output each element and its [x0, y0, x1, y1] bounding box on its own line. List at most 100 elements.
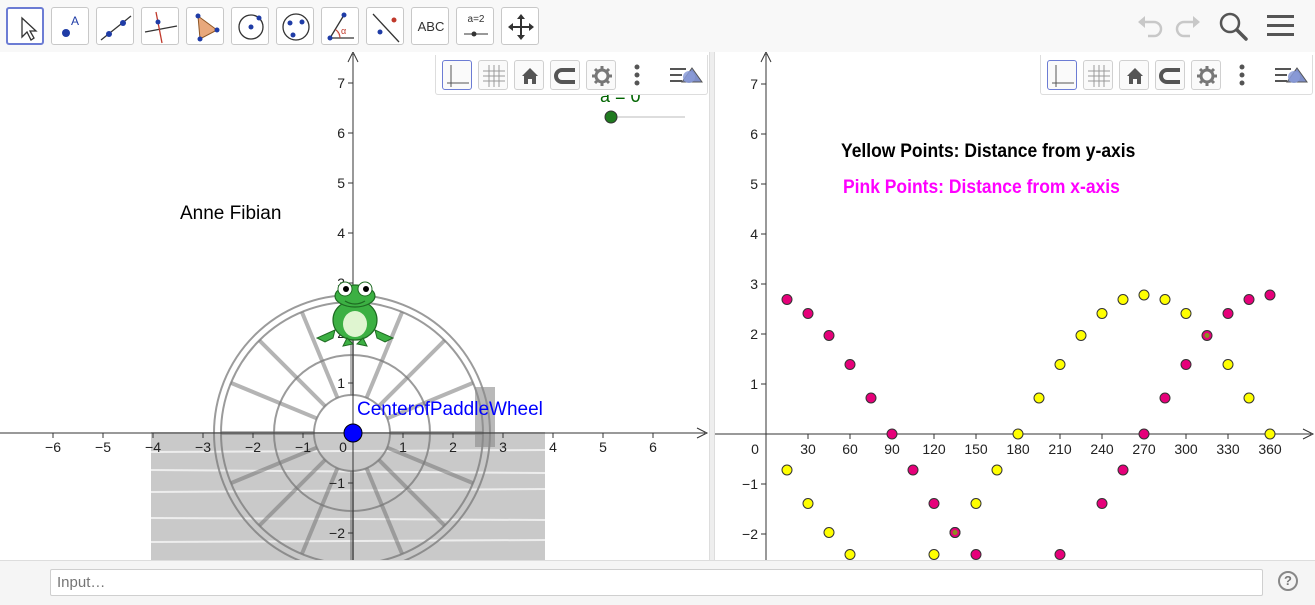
pink-point[interactable]	[802, 308, 814, 319]
toggle-style-bar-button[interactable]	[668, 60, 704, 90]
standard-view-button[interactable]	[1119, 60, 1149, 90]
angle-tool[interactable]: α	[321, 7, 359, 45]
pink-point[interactable]	[1243, 294, 1255, 305]
vertical-dots-icon	[1239, 64, 1245, 86]
toggle-axes-button[interactable]	[442, 60, 472, 90]
more-options-button[interactable]	[624, 60, 650, 90]
x-tick-label: 6	[649, 439, 657, 455]
y-tick-label: 7	[337, 75, 345, 91]
x-tick-label: 0	[339, 439, 347, 455]
toggle-grid-button[interactable]	[478, 60, 508, 90]
x-tick-label: 90	[884, 441, 900, 457]
main-menu-button[interactable]	[1263, 8, 1299, 44]
x-tick-label: 270	[1132, 441, 1156, 457]
pink-point[interactable]	[1222, 308, 1234, 319]
yellow-point[interactable]	[1159, 294, 1171, 305]
move-view-icon	[508, 14, 534, 40]
pink-point[interactable]	[1180, 359, 1192, 370]
pink-point[interactable]	[1096, 498, 1108, 509]
yellow-point[interactable]	[1096, 308, 1108, 319]
yellow-point[interactable]	[1264, 428, 1276, 440]
pink-point[interactable]	[907, 464, 919, 476]
yellow-point[interactable]	[1180, 308, 1192, 319]
center-point[interactable]	[343, 423, 363, 443]
pink-point[interactable]	[865, 392, 877, 404]
y-tick-label: 4	[337, 225, 345, 241]
text-tool[interactable]: ABC	[411, 7, 449, 45]
pink-point[interactable]	[886, 428, 898, 440]
yellow-point[interactable]	[1054, 359, 1066, 370]
ellipse-tool[interactable]	[276, 7, 314, 45]
ellipse-icon	[282, 13, 310, 41]
yellow-point[interactable]	[1222, 359, 1234, 370]
x-tick-label: −4	[145, 439, 161, 455]
algebra-input[interactable]	[50, 569, 1263, 596]
x-tick-label: 150	[964, 441, 988, 457]
pink-point[interactable]	[1159, 392, 1171, 404]
reflect-tool[interactable]	[366, 7, 404, 45]
redo-button[interactable]	[1170, 8, 1206, 44]
x-tick-label: 360	[1258, 441, 1282, 457]
slider-a[interactable]	[604, 110, 685, 124]
style-bar-toggle-icon	[1275, 67, 1308, 83]
y-tick-label: 7	[750, 76, 758, 92]
yellow-point[interactable]	[844, 549, 856, 560]
yellow-point[interactable]	[1075, 330, 1087, 341]
redo-icon	[1175, 16, 1200, 38]
yellow-point[interactable]	[970, 498, 982, 509]
x-tick-label: 2	[449, 439, 457, 455]
circle-center-point-tool[interactable]	[231, 7, 269, 45]
x-tick-label: −3	[195, 439, 211, 455]
pink-point[interactable]	[823, 330, 835, 341]
pink-point[interactable]	[970, 549, 982, 560]
toggle-grid-button[interactable]	[1083, 60, 1113, 90]
graphics-view-1[interactable]: −6−5−4−3−2−101234561234567−1−2 CenterofP…	[0, 52, 709, 560]
move-graphics-view-tool[interactable]	[501, 7, 539, 45]
standard-view-button[interactable]	[514, 60, 544, 90]
perpendicular-line-tool[interactable]	[141, 7, 179, 45]
yellow-point[interactable]	[1243, 392, 1255, 404]
yellow-point[interactable]	[1117, 294, 1129, 305]
yellow-point[interactable]	[1138, 289, 1150, 301]
undo-button[interactable]	[1132, 8, 1168, 44]
x-tick-label: 210	[1048, 441, 1072, 457]
pink-point[interactable]	[1054, 549, 1066, 560]
axes-icon	[1052, 65, 1074, 87]
graphics-settings-button[interactable]	[586, 60, 616, 90]
yellow-point[interactable]	[802, 498, 814, 509]
pink-point[interactable]	[844, 359, 856, 370]
help-icon[interactable]: ?	[1278, 571, 1298, 591]
vertical-dots-icon	[634, 64, 640, 86]
pink-point[interactable]	[1264, 289, 1276, 301]
yellow-point[interactable]	[1012, 428, 1024, 440]
y-tick-label: 6	[337, 125, 345, 141]
pink-point[interactable]	[781, 294, 793, 305]
more-options-button[interactable]	[1229, 60, 1255, 90]
graphics-view-2[interactable]: 0 30 60 90 120 150 180 210 240 270 300 330 360 1 2 3 4 5 6…	[715, 52, 1315, 560]
yellow-point[interactable]	[823, 527, 835, 538]
yellow-point[interactable]	[781, 464, 793, 476]
pink-point[interactable]	[1117, 464, 1129, 476]
slider-tool[interactable]: a=2	[456, 7, 494, 45]
y-tick-label: −1	[329, 475, 345, 491]
yellow-point[interactable]	[991, 464, 1003, 476]
toggle-axes-button[interactable]	[1047, 60, 1077, 90]
text-icon: ABC	[417, 19, 445, 34]
yellow-point[interactable]	[1033, 392, 1045, 404]
pink-point[interactable]	[928, 498, 940, 509]
point-capturing-button[interactable]	[550, 60, 580, 90]
point-icon: A	[62, 14, 79, 37]
search-button[interactable]	[1215, 8, 1251, 44]
toggle-style-bar-button[interactable]	[1273, 60, 1309, 90]
legend-yellow-text: Yellow Points: Distance from y-axis	[841, 141, 1136, 162]
point-capturing-button[interactable]	[1155, 60, 1185, 90]
angle-icon: α	[327, 12, 354, 41]
pink-point[interactable]	[1138, 428, 1150, 440]
polygon-icon	[195, 13, 220, 42]
polygon-tool[interactable]	[186, 7, 224, 45]
yellow-point[interactable]	[928, 549, 940, 560]
point-tool[interactable]: A	[51, 7, 89, 45]
move-tool[interactable]	[6, 7, 44, 45]
graphics-settings-button[interactable]	[1191, 60, 1221, 90]
line-tool[interactable]	[96, 7, 134, 45]
